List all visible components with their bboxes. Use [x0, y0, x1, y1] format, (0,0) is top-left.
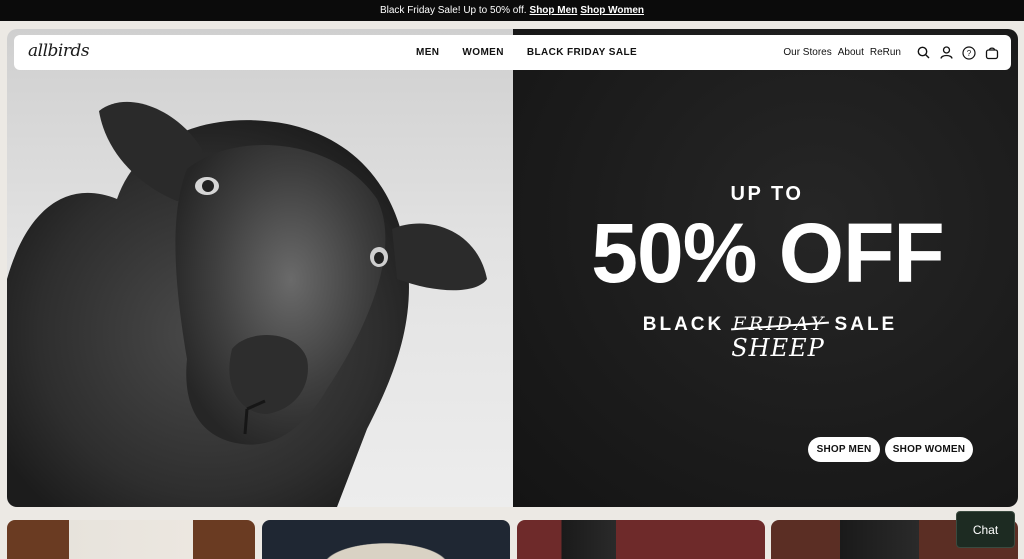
svg-text:?: ?	[967, 49, 972, 58]
shop-men-link[interactable]: Shop Men	[530, 5, 578, 16]
announcement-bar: Black Friday Sale! Up to 50% off. Shop M…	[0, 0, 1024, 21]
nav-men[interactable]: MEN	[416, 47, 439, 58]
product-cards-row	[7, 520, 1018, 559]
announcement-text: Black Friday Sale! Up to 50% off.	[379, 5, 527, 16]
sale-word: SALE	[834, 314, 898, 335]
chat-button[interactable]: Chat	[956, 511, 1015, 548]
search-icon[interactable]	[916, 46, 930, 60]
black-word: BLACK	[642, 314, 725, 335]
sheep-photo	[7, 29, 513, 507]
cart-icon[interactable]	[985, 46, 999, 60]
shop-women-button[interactable]: SHOP WOMEN	[885, 437, 973, 462]
nav-categories: MEN WOMEN BLACK FRIDAY SALE	[416, 35, 637, 70]
our-stores-link[interactable]: Our Stores	[783, 47, 831, 58]
shop-men-button[interactable]: SHOP MEN	[808, 437, 880, 462]
account-icon[interactable]	[939, 46, 953, 60]
about-link[interactable]: About	[838, 47, 864, 58]
help-icon[interactable]: ?	[962, 45, 976, 60]
friday-struck-word: FRIDAY	[732, 313, 827, 335]
nav-women[interactable]: WOMEN	[462, 47, 503, 58]
main-nav: allbirds MEN WOMEN BLACK FRIDAY SALE Our…	[14, 35, 1011, 70]
brand-logo[interactable]: allbirds	[28, 41, 90, 61]
nav-black-friday-sale[interactable]: BLACK FRIDAY SALE	[527, 47, 637, 58]
product-card[interactable]	[517, 520, 765, 559]
shop-women-link[interactable]: Shop Women	[580, 5, 644, 16]
discount-headline: 50% OFF	[591, 206, 944, 300]
sheep-handwritten: SHEEP	[731, 334, 825, 362]
nav-utilities: Our Stores About ReRun ?	[783, 35, 999, 70]
sheep-illustration	[7, 101, 487, 507]
product-card[interactable]	[262, 520, 510, 559]
black-friday-line: BLACK FRIDAY SALE	[640, 313, 900, 336]
rerun-link[interactable]: ReRun	[870, 47, 901, 58]
product-card[interactable]	[7, 520, 255, 559]
